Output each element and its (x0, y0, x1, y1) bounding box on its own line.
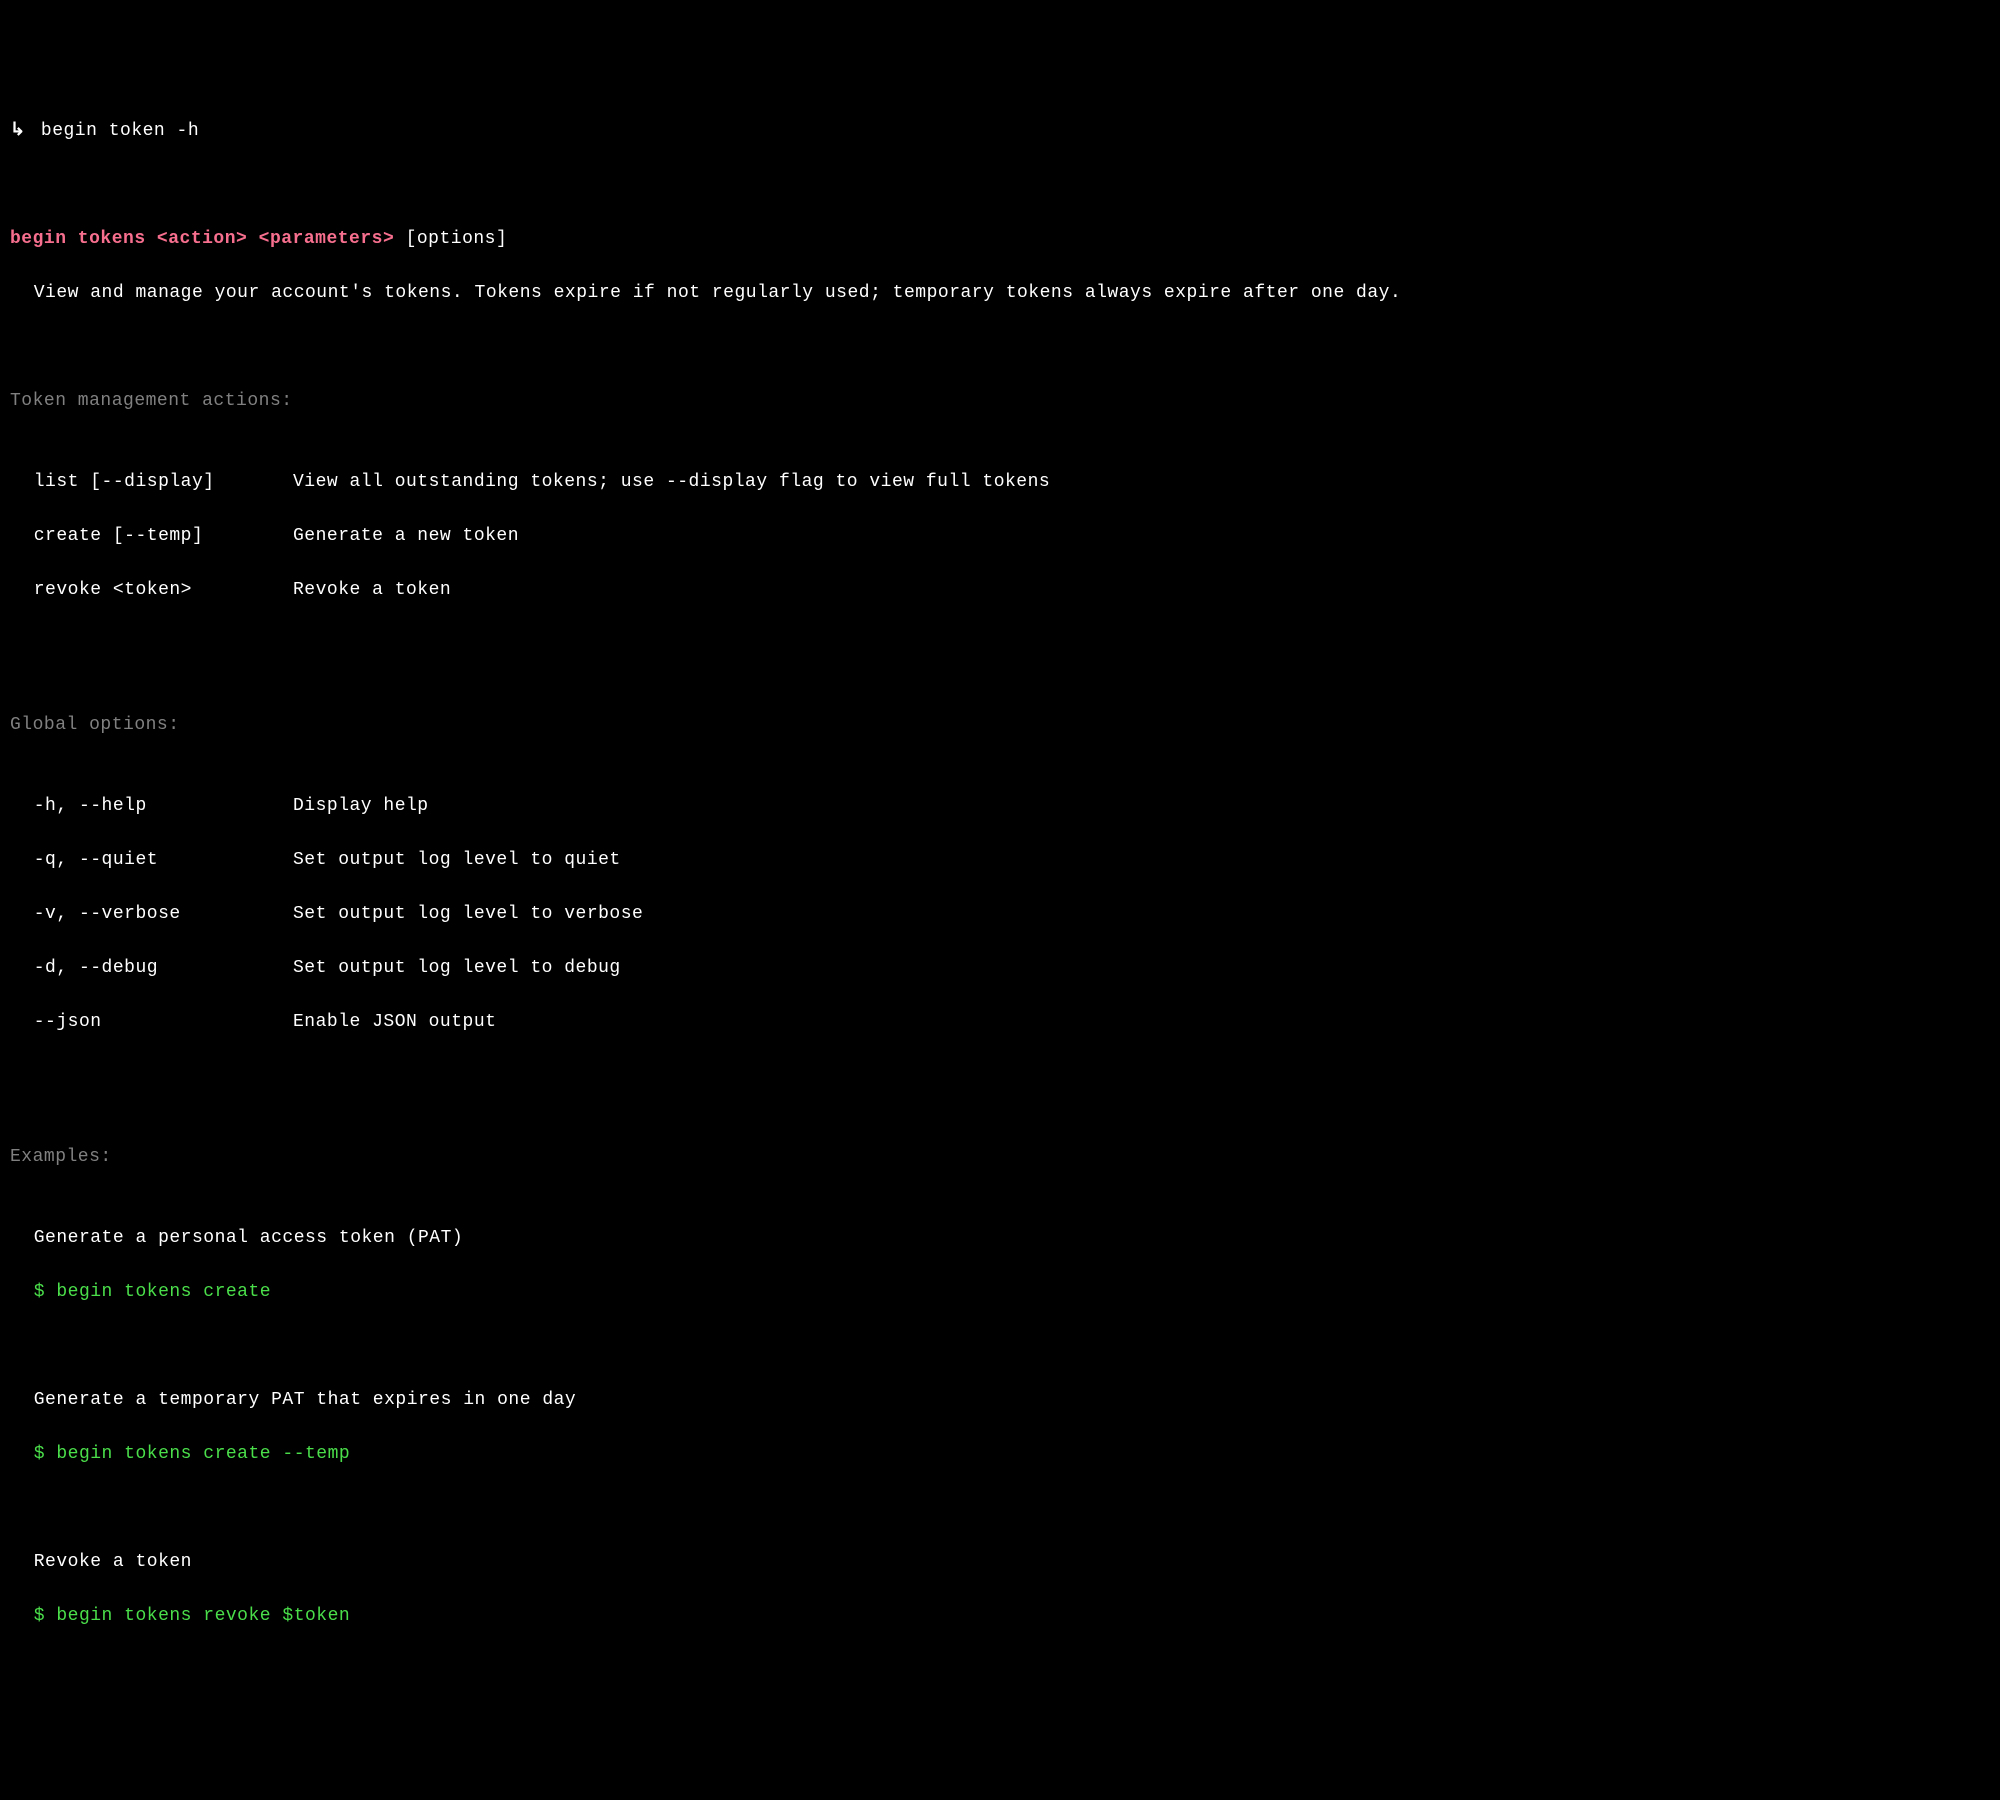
option-desc: Set output log level to quiet (293, 847, 1990, 874)
option-row: -q, --quietSet output log level to quiet (34, 847, 1990, 874)
global-list: -h, --helpDisplay help -q, --quietSet ou… (10, 766, 1990, 1063)
example-desc: Revoke a token (34, 1549, 1990, 1576)
usage-syntax: begin tokens <action> <parameters> (10, 229, 394, 249)
prompt-line[interactable]: ↳ begin token -h (10, 118, 1990, 145)
example-cmd: $ begin tokens revoke $token (34, 1603, 1990, 1630)
option-flag: --json (34, 1009, 293, 1036)
action-cmd: list [--display] (34, 469, 293, 496)
example-cmd: $ begin tokens create (34, 1279, 1990, 1306)
usage-line: begin tokens <action> <parameters> [opti… (10, 226, 1990, 253)
actions-list: list [--display]View all outstanding tok… (10, 442, 1990, 631)
usage-description: View and manage your account's tokens. T… (10, 280, 1990, 307)
action-row: list [--display]View all outstanding tok… (34, 469, 1990, 496)
examples-header: Examples: (10, 1144, 1990, 1171)
examples-list: Generate a personal access token (PAT) $… (10, 1198, 1990, 1657)
option-desc: Set output log level to verbose (293, 901, 1990, 928)
action-desc: Revoke a token (293, 577, 1990, 604)
option-row: -h, --helpDisplay help (34, 793, 1990, 820)
option-desc: Enable JSON output (293, 1009, 1990, 1036)
global-header: Global options: (10, 712, 1990, 739)
option-row: --jsonEnable JSON output (34, 1009, 1990, 1036)
option-flag: -h, --help (34, 793, 293, 820)
option-row: -d, --debugSet output log level to debug (34, 955, 1990, 982)
action-row: revoke <token>Revoke a token (34, 577, 1990, 604)
option-flag: -q, --quiet (34, 847, 293, 874)
actions-header: Token management actions: (10, 388, 1990, 415)
option-flag: -v, --verbose (34, 901, 293, 928)
prompt-arrow-icon: ↳ (10, 118, 26, 145)
action-desc: View all outstanding tokens; use --displ… (293, 469, 1990, 496)
action-cmd: revoke <token> (34, 577, 293, 604)
example-desc: Generate a personal access token (PAT) (34, 1225, 1990, 1252)
action-desc: Generate a new token (293, 523, 1990, 550)
option-flag: -d, --debug (34, 955, 293, 982)
example-desc: Generate a temporary PAT that expires in… (34, 1387, 1990, 1414)
action-row: create [--temp]Generate a new token (34, 523, 1990, 550)
option-row: -v, --verboseSet output log level to ver… (34, 901, 1990, 928)
action-cmd: create [--temp] (34, 523, 293, 550)
option-desc: Display help (293, 793, 1990, 820)
example-cmd: $ begin tokens create --temp (34, 1441, 1990, 1468)
usage-options: [options] (394, 229, 507, 249)
entered-command: begin token -h (41, 121, 199, 141)
option-desc: Set output log level to debug (293, 955, 1990, 982)
